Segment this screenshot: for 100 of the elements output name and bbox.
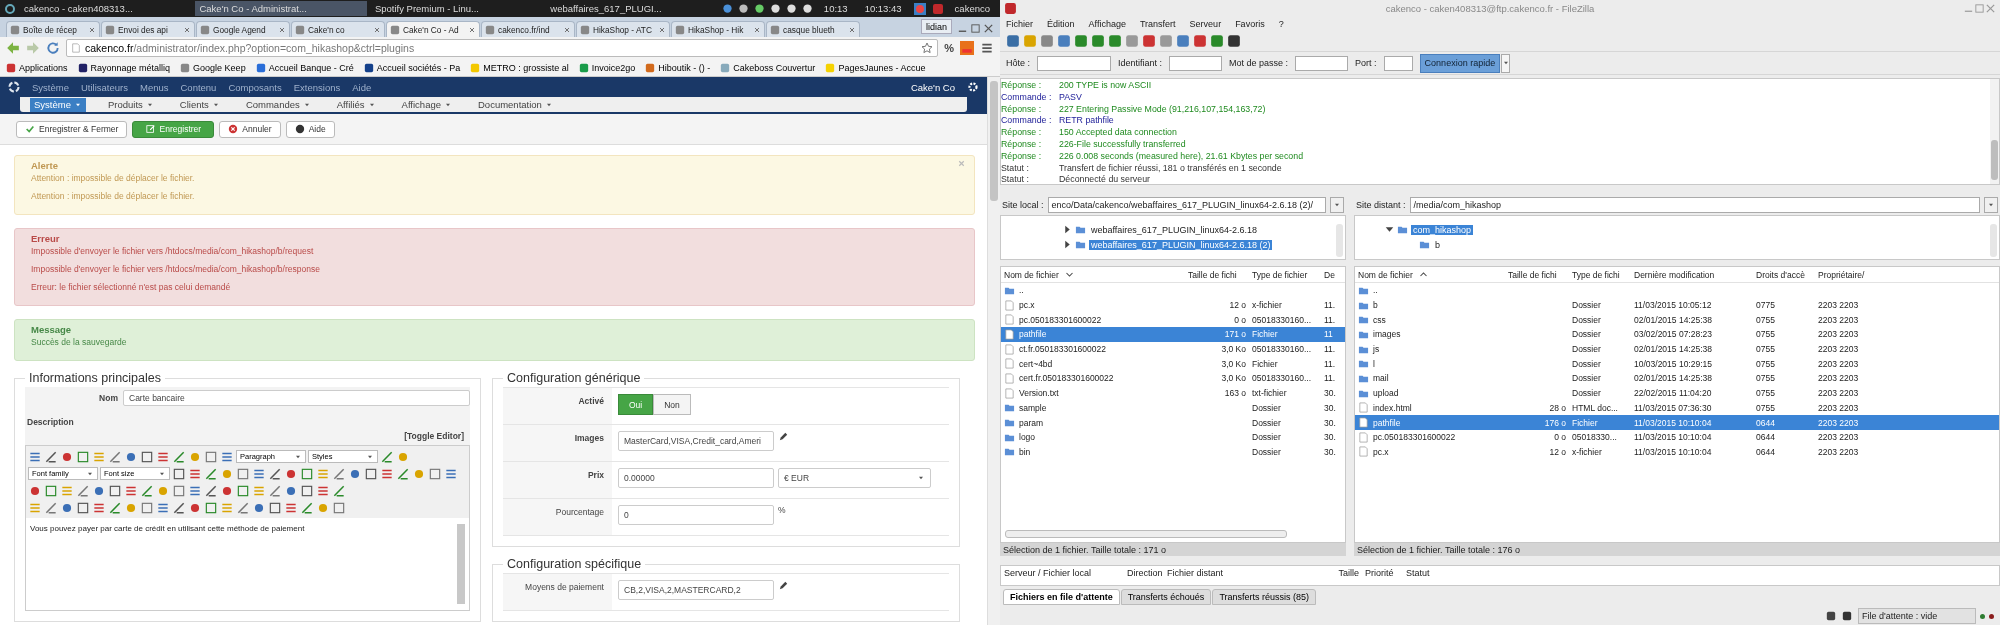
component-menu-item[interactable]: Commandes	[241, 97, 315, 112]
sort-down-icon[interactable]	[1064, 270, 1074, 279]
tray-icon[interactable]	[769, 3, 781, 14]
sort-up-icon[interactable]	[1418, 270, 1428, 279]
pencil-icon[interactable]	[778, 431, 789, 442]
extension-button[interactable]: %	[944, 42, 954, 54]
tray-icon[interactable]	[753, 3, 765, 14]
dropdown-button[interactable]	[1501, 53, 1511, 73]
column-header[interactable]: Priorité	[1362, 566, 1403, 580]
editor-tool-icon[interactable]	[364, 466, 378, 481]
browser-tab[interactable]: HikaShop - ATC	[576, 21, 670, 37]
browser-tab[interactable]: cakenco.fr/ind	[481, 21, 575, 37]
help-button[interactable]: Aide	[285, 120, 335, 138]
editor-tool-icon[interactable]	[140, 449, 154, 464]
component-menu-item[interactable]: Produits	[103, 97, 158, 112]
close-icon[interactable]	[753, 25, 761, 34]
editor-tool-icon[interactable]	[204, 483, 218, 498]
file-row[interactable]: images Dossier 03/02/2015 07:28:23 0755 2203 2203	[1355, 327, 1999, 342]
editor-tool-icon[interactable]	[140, 483, 154, 498]
editor-tool-icon[interactable]	[172, 483, 186, 498]
pencil-icon[interactable]	[778, 580, 789, 591]
bookmark-link[interactable]: Accueil sociétés - Pa	[363, 62, 461, 73]
component-menu-item[interactable]: Affichage	[397, 97, 456, 112]
settings-icon[interactable]	[967, 81, 979, 93]
tree-item[interactable]: webaffaires_617_PLUGIN_linux64-2.6.18	[1089, 224, 1259, 235]
collapsed-arrow-icon[interactable]	[1063, 225, 1072, 234]
editor-tool-icon[interactable]	[236, 483, 250, 498]
editor-tool-icon[interactable]	[268, 483, 282, 498]
file-row[interactable]: bin Dossier 30.	[1001, 444, 1345, 460]
expanded-arrow-icon[interactable]	[1385, 225, 1394, 234]
scrollbar[interactable]	[457, 524, 465, 604]
queue-tab[interactable]: Transferts réussis (85)	[1212, 589, 1317, 605]
column-header[interactable]: Fichier distant	[1164, 566, 1314, 580]
menu-item[interactable]: Fichier	[1006, 19, 1033, 29]
editor-tool-icon[interactable]	[44, 449, 58, 464]
editor-tool-icon[interactable]	[172, 500, 186, 515]
scrollbar[interactable]	[1005, 530, 1287, 538]
admin-menu-item[interactable]: Extensions	[293, 81, 341, 93]
tree-item[interactable]: com_hikashop	[1411, 224, 1474, 235]
file-row[interactable]: pathfile 171 o Fichier 11	[1001, 327, 1345, 342]
close-icon[interactable]	[658, 25, 666, 34]
bookmark-link[interactable]: Hiboutik - () -	[645, 62, 711, 73]
bookmark-link[interactable]: Applications	[6, 62, 68, 73]
path-dropdown-button[interactable]	[1984, 197, 1998, 213]
port-field[interactable]	[1383, 55, 1413, 71]
close-icon[interactable]	[983, 23, 994, 34]
menu-item[interactable]: ?	[1278, 19, 1284, 29]
file-row[interactable]: js Dossier 02/01/2015 14:25:38 0755 2203 2203	[1355, 341, 1999, 357]
column-header[interactable]: Dernière modification	[1631, 267, 1753, 282]
file-row[interactable]: b Dossier 11/03/2015 10:05:12 0775 2203 2203	[1355, 297, 1999, 313]
component-menu-item[interactable]: Documentation	[474, 97, 557, 112]
editor-tool-icon[interactable]	[44, 483, 58, 498]
menu-item[interactable]: Favoris	[1235, 19, 1265, 29]
file-row[interactable]: pc.x 12 o x-fichier 11.	[1001, 297, 1345, 313]
bookmark-link[interactable]: Cakeboss Couvertur	[720, 62, 816, 73]
column-header[interactable]: Serveur / Fichier local	[1001, 566, 1124, 580]
bookmark-link[interactable]: PagesJaunes - Accue	[825, 62, 926, 73]
file-row[interactable]: pc.x 12 o x-fichier 11/03/2015 10:10:04 0644 2203 2203	[1355, 444, 1999, 460]
editor-tool-icon[interactable]	[396, 466, 410, 481]
collapsed-arrow-icon[interactable]	[1063, 240, 1072, 249]
bookmark-link[interactable]: Invoice2go	[578, 62, 636, 73]
editor-tool-icon[interactable]	[300, 466, 314, 481]
column-header[interactable]: Droits d'accè	[1753, 267, 1815, 282]
text-field[interactable]: CB,2,VISA,2,MASTERCARD,2	[618, 580, 774, 600]
profile-name[interactable]: lidian	[921, 19, 952, 34]
tree-item[interactable]: webaffaires_617_PLUGIN_linux64-2.6.18 (2)	[1089, 239, 1273, 250]
column-header[interactable]: Nom de fichier	[1001, 267, 1185, 282]
editor-tool-icon[interactable]	[108, 449, 122, 464]
file-row[interactable]: logo Dossier 30.	[1001, 429, 1345, 445]
close-icon[interactable]	[848, 25, 856, 34]
maximize-icon[interactable]	[970, 23, 981, 34]
editor-tool-icon[interactable]	[332, 466, 346, 481]
editor-tool-icon[interactable]	[44, 500, 58, 515]
host-field[interactable]	[1037, 55, 1111, 71]
tray-icon[interactable]	[785, 3, 797, 14]
column-header[interactable]: Type de fichier	[1249, 267, 1321, 282]
browser-tab[interactable]: Boîte de récep	[6, 21, 100, 37]
editor-tool-icon[interactable]	[204, 449, 218, 464]
editor-tool-icon[interactable]	[76, 483, 90, 498]
column-header[interactable]: Type de fichi	[1569, 267, 1631, 282]
file-row[interactable]: cert~4bd 3,0 Ko Fichier 11.	[1001, 356, 1345, 372]
editor-tool-icon[interactable]	[268, 466, 282, 481]
file-row[interactable]: Version.txt 163 o txt-fichier 30.	[1001, 385, 1345, 401]
currency-dropdown[interactable]: € EUR	[778, 468, 931, 488]
file-row[interactable]: l Dossier 10/03/2015 10:29:15 0755 2203 2203	[1355, 356, 1999, 372]
file-row[interactable]: ..	[1355, 283, 1999, 298]
file-row[interactable]: ct.fr.050183301600022 3,0 Ko 05018330160... 11.	[1001, 341, 1345, 357]
editor-tool-icon[interactable]	[380, 449, 394, 464]
file-row[interactable]: ..	[1001, 283, 1345, 298]
editor-tool-icon[interactable]	[76, 449, 90, 464]
component-menu-item[interactable]: Clients	[175, 97, 224, 112]
editor-tool-icon[interactable]	[332, 500, 346, 515]
price-field[interactable]: 0.00000	[618, 468, 774, 488]
taskbar-window-button[interactable]: webaffaires_617_PLUGI...	[546, 1, 718, 16]
scrollbar[interactable]	[1990, 79, 1999, 184]
admin-menu-item[interactable]: Menus	[139, 81, 169, 93]
name-field[interactable]: Carte bancaire	[123, 390, 470, 406]
percent-field[interactable]: 0	[618, 505, 774, 525]
editor-tool-icon[interactable]	[172, 449, 186, 464]
toggle-editor-link[interactable]: [Toggle Editor]	[25, 429, 470, 445]
